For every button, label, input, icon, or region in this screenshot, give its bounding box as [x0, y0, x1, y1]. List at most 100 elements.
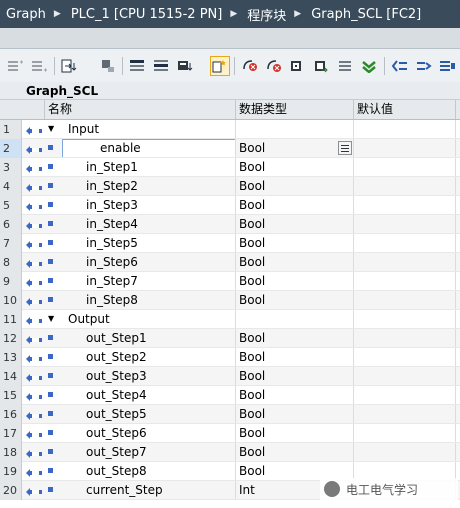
variable-name[interactable]: in_Step5: [86, 234, 138, 253]
table-row[interactable]: 3 in_Step1 Bool: [0, 158, 460, 177]
table-row[interactable]: 15 out_Step4 Bool: [0, 386, 460, 405]
row-number[interactable]: 17: [0, 424, 22, 443]
add-row-icon[interactable]: [30, 56, 50, 76]
breadcrumb-block[interactable]: Graph_SCL [FC2]: [305, 7, 425, 22]
section-row[interactable]: 11 ▼ Output: [0, 310, 460, 329]
compare-icon[interactable]: [210, 56, 230, 76]
row-number[interactable]: 16: [0, 405, 22, 424]
variable-datatype[interactable]: Bool: [239, 272, 265, 291]
go-to-icon[interactable]: [360, 56, 380, 76]
variable-datatype[interactable]: Bool: [239, 215, 265, 234]
row-number[interactable]: 8: [0, 253, 22, 272]
variable-name[interactable]: in_Step8: [86, 291, 138, 310]
name-edit-cell[interactable]: [62, 139, 236, 158]
row-number[interactable]: 2: [0, 139, 22, 158]
section-row[interactable]: 1 ▼ Input: [0, 120, 460, 139]
variable-datatype[interactable]: Bool: [239, 291, 265, 310]
step-over-icon[interactable]: [312, 56, 332, 76]
table-row[interactable]: 5 in_Step3 Bool: [0, 196, 460, 215]
row-number[interactable]: 9: [0, 272, 22, 291]
collapse-triangle-icon[interactable]: ▼: [48, 124, 54, 134]
variable-name[interactable]: out_Step1: [86, 329, 147, 348]
row-number[interactable]: 1: [0, 120, 22, 139]
table-row[interactable]: 12 out_Step1 Bool: [0, 329, 460, 348]
column-header-more[interactable]: [455, 100, 460, 119]
collapse-icon[interactable]: [128, 56, 148, 76]
row-number[interactable]: 6: [0, 215, 22, 234]
row-number[interactable]: 11: [0, 310, 22, 329]
row-number[interactable]: 13: [0, 348, 22, 367]
variable-datatype[interactable]: Int: [239, 481, 255, 500]
breadcrumb-device[interactable]: PLC_1 [CPU 1515-2 PN]: [65, 7, 227, 22]
variable-name[interactable]: in_Step6: [86, 253, 138, 272]
variable-name[interactable]: out_Step7: [86, 443, 147, 462]
insert-row-icon[interactable]: [6, 56, 26, 76]
comment-icon[interactable]: [438, 56, 458, 76]
outdent-icon[interactable]: [414, 56, 434, 76]
variable-name[interactable]: in_Step3: [86, 196, 138, 215]
table-row[interactable]: 8 in_Step6 Bool: [0, 253, 460, 272]
table-row[interactable]: 4 in_Step2 Bool: [0, 177, 460, 196]
variable-name[interactable]: current_Step: [86, 481, 163, 500]
table-row[interactable]: 14 out_Step3 Bool: [0, 367, 460, 386]
variable-name[interactable]: out_Step4: [86, 386, 147, 405]
table-row[interactable]: 9 in_Step7 Bool: [0, 272, 460, 291]
row-number[interactable]: 3: [0, 158, 22, 177]
variable-datatype[interactable]: Bool: [239, 196, 265, 215]
table-row[interactable]: 7 in_Step5 Bool: [0, 234, 460, 253]
variable-name[interactable]: out_Step2: [86, 348, 147, 367]
variable-name[interactable]: in_Step4: [86, 215, 138, 234]
row-number[interactable]: 5: [0, 196, 22, 215]
datatype-picker-button[interactable]: [338, 141, 352, 155]
step-icon[interactable]: [288, 56, 308, 76]
variable-datatype[interactable]: Bool: [239, 424, 265, 443]
column-header-default[interactable]: 默认值: [353, 100, 455, 119]
variable-name[interactable]: in_Step7: [86, 272, 138, 291]
variable-datatype[interactable]: Bool: [239, 158, 265, 177]
list-icon[interactable]: [336, 56, 356, 76]
row-number[interactable]: 4: [0, 177, 22, 196]
row-number[interactable]: 12: [0, 329, 22, 348]
table-row[interactable]: 2 enable Bool: [0, 139, 460, 158]
variable-name[interactable]: in_Step1: [86, 158, 138, 177]
variable-datatype[interactable]: Bool: [239, 329, 265, 348]
variable-datatype[interactable]: Bool: [239, 386, 265, 405]
row-number[interactable]: 14: [0, 367, 22, 386]
monitor-icon[interactable]: [98, 56, 118, 76]
table-row[interactable]: 13 out_Step2 Bool: [0, 348, 460, 367]
breadcrumb-folder[interactable]: 程序块: [241, 5, 290, 24]
table-row[interactable]: 18 out_Step7 Bool: [0, 443, 460, 462]
table-row[interactable]: 17 out_Step6 Bool: [0, 424, 460, 443]
variable-datatype[interactable]: Bool: [239, 367, 265, 386]
variable-datatype[interactable]: Bool: [239, 443, 265, 462]
variable-datatype[interactable]: Bool: [239, 462, 265, 481]
variable-name[interactable]: out_Step5: [86, 405, 147, 424]
variable-datatype[interactable]: Bool: [239, 139, 265, 158]
table-row[interactable]: 16 out_Step5 Bool: [0, 405, 460, 424]
variable-name[interactable]: enable: [100, 139, 141, 158]
variable-name[interactable]: out_Step3: [86, 367, 147, 386]
row-number[interactable]: 19: [0, 462, 22, 481]
table-row[interactable]: 6 in_Step4 Bool: [0, 215, 460, 234]
row-number[interactable]: 7: [0, 234, 22, 253]
variable-name[interactable]: out_Step6: [86, 424, 147, 443]
collapse-triangle-icon[interactable]: ▼: [48, 314, 54, 324]
variable-datatype[interactable]: Bool: [239, 405, 265, 424]
row-number[interactable]: 15: [0, 386, 22, 405]
row-number[interactable]: 10: [0, 291, 22, 310]
variable-name[interactable]: in_Step2: [86, 177, 138, 196]
column-header-datatype[interactable]: 数据类型: [235, 100, 353, 119]
delete-breakpoint-icon[interactable]: [264, 56, 284, 76]
indent-icon[interactable]: [390, 56, 410, 76]
variable-datatype[interactable]: Bool: [239, 234, 265, 253]
variable-name[interactable]: out_Step8: [86, 462, 147, 481]
variable-datatype[interactable]: Bool: [239, 348, 265, 367]
breadcrumb-project[interactable]: Graph: [0, 7, 50, 22]
snapshot-icon[interactable]: [176, 56, 196, 76]
table-row[interactable]: 10 in_Step8 Bool: [0, 291, 460, 310]
download-icon[interactable]: [60, 56, 80, 76]
section-label[interactable]: Output: [68, 310, 110, 329]
variable-datatype[interactable]: Bool: [239, 177, 265, 196]
variable-datatype[interactable]: Bool: [239, 253, 265, 272]
row-number[interactable]: 18: [0, 443, 22, 462]
